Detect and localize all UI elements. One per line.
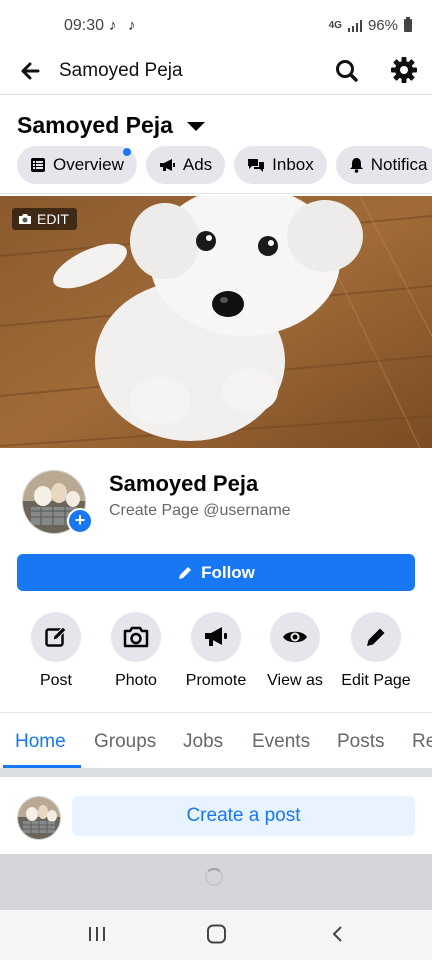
megaphone-icon (159, 159, 175, 171)
search-icon[interactable] (332, 56, 362, 86)
chip-overview[interactable]: Overview (17, 146, 137, 184)
tab-jobs[interactable]: Jobs (183, 731, 223, 753)
page-tabs: Home Groups Jobs Events Posts Re (0, 712, 432, 769)
notification-dot (122, 148, 131, 156)
chat-icon (248, 159, 265, 172)
chip-label: Overview (53, 155, 124, 174)
tab-groups[interactable]: Groups (94, 731, 156, 753)
create-post-button[interactable]: Create a post (72, 796, 415, 836)
status-indicators: 4G 96% (329, 17, 412, 34)
action-label: Edit Page (341, 672, 411, 689)
profile-name: Samoyed Peja (109, 471, 259, 496)
tab-home[interactable]: Home (15, 731, 66, 753)
action-view-as[interactable]: View as (250, 612, 340, 690)
follow-label: Follow (201, 562, 255, 582)
tiktok-icon: ♪ (128, 17, 136, 34)
action-photo[interactable]: Photo (91, 612, 181, 690)
page-actions: Post Photo Promote View as Edit Page (0, 612, 432, 692)
home-nav-icon[interactable] (206, 924, 228, 944)
cover-photo[interactable]: EDIT (0, 196, 432, 448)
page-switcher[interactable]: Samoyed Peja (17, 112, 205, 139)
tiktok-icon: ♪ (109, 17, 117, 34)
pencil-icon (179, 566, 192, 579)
back-arrow-icon[interactable] (16, 56, 46, 86)
caret-down-icon (186, 122, 205, 131)
chip-inbox[interactable]: Inbox (234, 146, 327, 184)
page-title: Samoyed Peja (17, 112, 173, 138)
avatar-image (18, 797, 60, 839)
chip-label: Ads (182, 155, 213, 174)
divider (0, 193, 432, 194)
back-nav-icon[interactable] (330, 924, 346, 944)
cover-image (0, 196, 432, 448)
create-username-link[interactable]: Create Page @username (109, 502, 291, 520)
recent-apps-icon[interactable] (87, 924, 107, 944)
app-bar: Samoyed Peja (0, 52, 432, 95)
edit-label: EDIT (37, 211, 69, 227)
action-label: View as (267, 672, 323, 689)
add-profile-photo-button[interactable]: + (67, 508, 93, 534)
gear-icon[interactable] (388, 54, 420, 86)
tab-posts[interactable]: Posts (337, 731, 385, 753)
feed-loading (0, 854, 432, 910)
megaphone-icon (205, 627, 227, 646)
action-post[interactable]: Post (11, 612, 101, 690)
chip-label: Inbox (272, 155, 314, 174)
tab-reviews[interactable]: Re (412, 731, 432, 753)
camera-icon (123, 626, 149, 648)
signal-icon (347, 19, 362, 32)
action-label: Promote (185, 672, 247, 689)
camera-icon (19, 214, 31, 224)
tab-events[interactable]: Events (252, 731, 310, 753)
system-nav-bar (0, 910, 432, 960)
status-time: 09:30 (64, 17, 105, 34)
overview-icon (31, 158, 45, 172)
chip-notifications[interactable]: Notifica (335, 146, 432, 184)
battery-label: 96% (367, 17, 398, 34)
network-label: 4G (328, 19, 342, 31)
action-label: Post (39, 672, 72, 689)
bell-icon (349, 158, 363, 173)
eye-icon (283, 631, 307, 643)
pencil-icon (367, 628, 385, 646)
app-title: Samoyed Peja (59, 60, 183, 81)
compose-icon (45, 626, 67, 647)
page-nav-chips: Overview Ads Inbox Notifica (17, 146, 432, 184)
status-bar: 09:30 ♪ ♪ 4G 96% (0, 0, 432, 52)
avatar[interactable] (17, 796, 61, 840)
chip-ads[interactable]: Ads (145, 146, 226, 184)
battery-icon (404, 17, 412, 32)
section-separator (0, 768, 432, 777)
follow-button[interactable]: Follow (17, 554, 415, 591)
loading-spinner-icon (205, 868, 223, 886)
action-promote[interactable]: Promote (171, 612, 261, 690)
chip-label: Notifica (370, 155, 428, 174)
action-label: Photo (115, 672, 157, 689)
edit-cover-button[interactable]: EDIT (12, 208, 77, 230)
action-edit-page[interactable]: Edit Page (331, 612, 421, 690)
